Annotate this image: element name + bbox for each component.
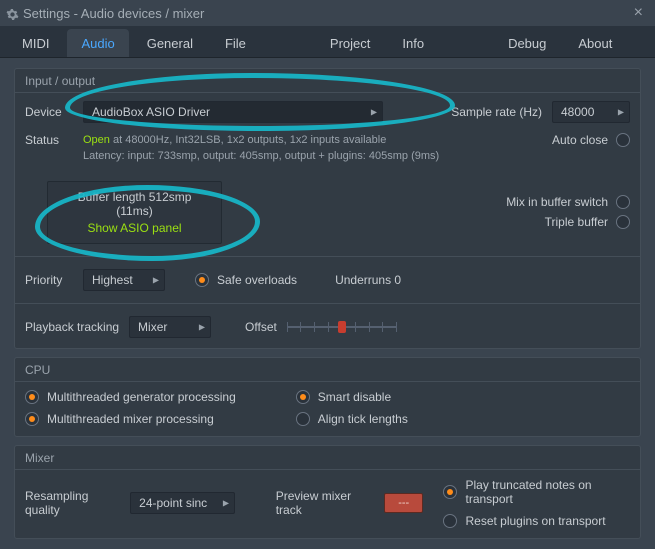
slider-thumb-icon	[338, 321, 346, 333]
tab-debug[interactable]: Debug	[494, 29, 560, 57]
buffer-box[interactable]: Buffer length 512smp (11ms) Show ASIO pa…	[47, 181, 222, 244]
offset-slider[interactable]	[287, 320, 397, 334]
section-input-output: Input / output Device AudioBox ASIO Driv…	[14, 68, 641, 349]
resampling-dropdown[interactable]: 24-point sinc ▶	[130, 492, 235, 514]
chevron-right-icon: ▶	[223, 498, 229, 507]
play-truncated-toggle[interactable]	[443, 485, 457, 499]
settings-icon	[6, 8, 19, 21]
resampling-label: Resampling quality	[25, 489, 120, 517]
resampling-value: 24-point sinc	[139, 496, 207, 510]
triple-buffer-label: Triple buffer	[545, 215, 608, 229]
mt-generator-toggle[interactable]	[25, 390, 39, 404]
reset-plugins-label: Reset plugins on transport	[465, 514, 605, 528]
tab-audio[interactable]: Audio	[67, 29, 128, 57]
tab-about[interactable]: About	[564, 29, 626, 57]
sample-rate-dropdown[interactable]: 48000 ▶	[552, 101, 630, 123]
mix-in-buffer-label: Mix in buffer switch	[506, 195, 608, 209]
preview-track-label: Preview mixer track	[276, 489, 374, 517]
priority-dropdown[interactable]: Highest ▶	[83, 269, 165, 291]
status-line-1: Open at 48000Hz, Int32LSB, 1x2 outputs, …	[83, 133, 542, 149]
tab-file[interactable]: File	[211, 29, 260, 57]
tab-midi[interactable]: MIDI	[8, 29, 63, 57]
chevron-right-icon: ▶	[371, 108, 377, 117]
status-open: Open	[83, 134, 110, 146]
auto-close-label: Auto close	[552, 133, 608, 147]
mt-generator-label: Multithreaded generator processing	[47, 390, 236, 404]
play-truncated-label: Play truncated notes on transport	[465, 478, 630, 506]
preview-track-chip[interactable]: ---	[384, 493, 424, 513]
section-header-mixer: Mixer	[15, 446, 640, 470]
auto-close-toggle[interactable]	[616, 133, 630, 147]
playback-tracking-label: Playback tracking	[25, 320, 119, 334]
align-tick-toggle[interactable]	[296, 412, 310, 426]
smart-disable-toggle[interactable]	[296, 390, 310, 404]
device-label: Device	[25, 105, 73, 119]
device-value: AudioBox ASIO Driver	[92, 105, 210, 119]
status-line-2: Latency: input: 733smp, output: 405smp, …	[83, 149, 542, 165]
tab-info[interactable]: Info	[388, 29, 438, 57]
section-mixer: Mixer Resampling quality 24-point sinc ▶…	[14, 445, 641, 539]
reset-plugins-toggle[interactable]	[443, 514, 457, 528]
mt-mixer-label: Multithreaded mixer processing	[47, 412, 214, 426]
status-label: Status	[25, 133, 73, 147]
close-button[interactable]: ×	[630, 4, 647, 22]
triple-buffer-toggle[interactable]	[616, 215, 630, 229]
offset-label: Offset	[245, 320, 277, 334]
safe-overloads-label: Safe overloads	[217, 273, 297, 287]
safe-overloads-toggle[interactable]	[195, 273, 209, 287]
priority-value: Highest	[92, 273, 133, 287]
chevron-right-icon: ▶	[153, 275, 159, 284]
priority-label: Priority	[25, 273, 73, 287]
show-asio-panel-link[interactable]: Show ASIO panel	[64, 221, 205, 235]
tabbar: MIDI Audio General File Project Info Deb…	[0, 26, 655, 58]
smart-disable-label: Smart disable	[318, 390, 391, 404]
tab-project[interactable]: Project	[316, 29, 384, 57]
titlebar: Settings - Audio devices / mixer ×	[0, 0, 655, 26]
sample-rate-value: 48000	[561, 105, 594, 119]
tab-general[interactable]: General	[133, 29, 207, 57]
device-dropdown[interactable]: AudioBox ASIO Driver ▶	[83, 101, 383, 123]
sample-rate-label: Sample rate (Hz)	[451, 105, 542, 119]
chevron-right-icon: ▶	[618, 108, 624, 117]
section-cpu: CPU Multithreaded generator processing M…	[14, 357, 641, 437]
mt-mixer-toggle[interactable]	[25, 412, 39, 426]
playback-tracking-dropdown[interactable]: Mixer ▶	[129, 316, 211, 338]
buffer-length-text: Buffer length 512smp (11ms)	[64, 190, 205, 218]
playback-tracking-value: Mixer	[138, 320, 167, 334]
section-header-io: Input / output	[15, 69, 640, 93]
section-header-cpu: CPU	[15, 358, 640, 382]
mix-in-buffer-toggle[interactable]	[616, 195, 630, 209]
window-title: Settings - Audio devices / mixer	[23, 6, 204, 21]
align-tick-label: Align tick lengths	[318, 412, 408, 426]
preview-track-value: ---	[398, 497, 409, 509]
underruns-text: Underruns 0	[335, 273, 401, 287]
chevron-right-icon: ▶	[199, 322, 205, 331]
